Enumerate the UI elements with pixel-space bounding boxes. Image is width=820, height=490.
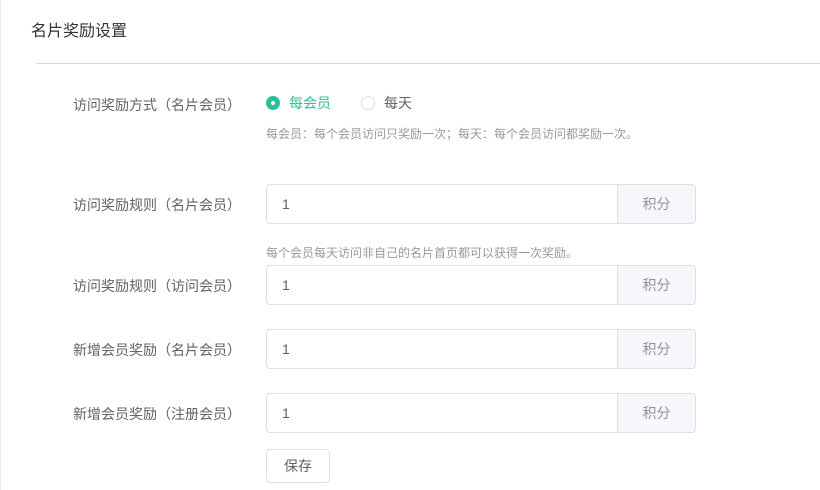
form-row-save: 保存 <box>1 449 820 483</box>
input-unit-label: 积分 <box>617 185 695 223</box>
field-label: 访问奖励方式（名片会员） <box>73 93 266 115</box>
field-label: 访问奖励规则（访问会员） <box>73 245 266 296</box>
page-title: 名片奖励设置 <box>31 17 127 41</box>
form-row-new-member-reward-card: 新增会员奖励（名片会员） 积分 <box>1 329 820 369</box>
points-input[interactable] <box>267 266 617 304</box>
form-row-new-member-reward-registered: 新增会员奖励（注册会员） 积分 <box>1 393 820 433</box>
field-content: 积分 <box>266 184 696 224</box>
field-help-text: 每个会员每天访问非自己的名片首页都可以获得一次奖励。 <box>266 245 696 262</box>
field-content: 积分 <box>266 393 696 433</box>
form-row-visit-reward-mode: 访问奖励方式（名片会员） 每会员 每天 每会员：每个会员访问只奖励一次；每天：每… <box>1 93 820 143</box>
input-unit-label: 积分 <box>617 266 695 304</box>
points-input-group: 积分 <box>266 393 696 433</box>
input-unit-label: 积分 <box>617 330 695 368</box>
points-input[interactable] <box>267 330 617 368</box>
field-content: 每会员 每天 每会员：每个会员访问只奖励一次；每天：每个会员访问都奖励一次。 <box>266 93 638 143</box>
form-row-visit-reward-rule-visitor: 访问奖励规则（访问会员） 每个会员每天访问非自己的名片首页都可以获得一次奖励。 … <box>1 245 820 305</box>
form-row-visit-reward-rule-card: 访问奖励规则（名片会员） 积分 <box>1 184 820 224</box>
radio-option-per-member[interactable]: 每会员 <box>266 93 331 113</box>
points-input-group: 积分 <box>266 184 696 224</box>
input-unit-label: 积分 <box>617 394 695 432</box>
radio-label[interactable]: 每会员 <box>289 93 331 113</box>
radio-selected-icon[interactable] <box>266 96 280 110</box>
points-input-group: 积分 <box>266 329 696 369</box>
points-input[interactable] <box>267 185 617 223</box>
points-input[interactable] <box>267 394 617 432</box>
field-content: 积分 <box>266 329 696 369</box>
save-button[interactable]: 保存 <box>266 449 330 483</box>
card-reward-form: 访问奖励方式（名片会员） 每会员 每天 每会员：每个会员访问只奖励一次；每天：每… <box>1 64 820 483</box>
field-label: 新增会员奖励（名片会员） <box>73 329 266 360</box>
card-reward-settings-panel: 名片奖励设置 访问奖励方式（名片会员） 每会员 每天 每会员：每个会员访问只奖励… <box>0 0 820 490</box>
field-label: 访问奖励规则（名片会员） <box>73 184 266 215</box>
field-content: 每个会员每天访问非自己的名片首页都可以获得一次奖励。 积分 <box>266 245 696 305</box>
radio-option-per-day[interactable]: 每天 <box>361 93 412 113</box>
radio-group-visit-reward-mode: 每会员 每天 <box>266 93 638 113</box>
radio-unselected-icon[interactable] <box>361 96 375 110</box>
field-help-text: 每会员：每个会员访问只奖励一次；每天：每个会员访问都奖励一次。 <box>266 126 638 143</box>
save-row-spacer <box>73 449 266 450</box>
field-label: 新增会员奖励（注册会员） <box>73 393 266 424</box>
save-row-content: 保存 <box>266 449 330 483</box>
points-input-group: 积分 <box>266 265 696 305</box>
radio-label[interactable]: 每天 <box>384 93 412 113</box>
